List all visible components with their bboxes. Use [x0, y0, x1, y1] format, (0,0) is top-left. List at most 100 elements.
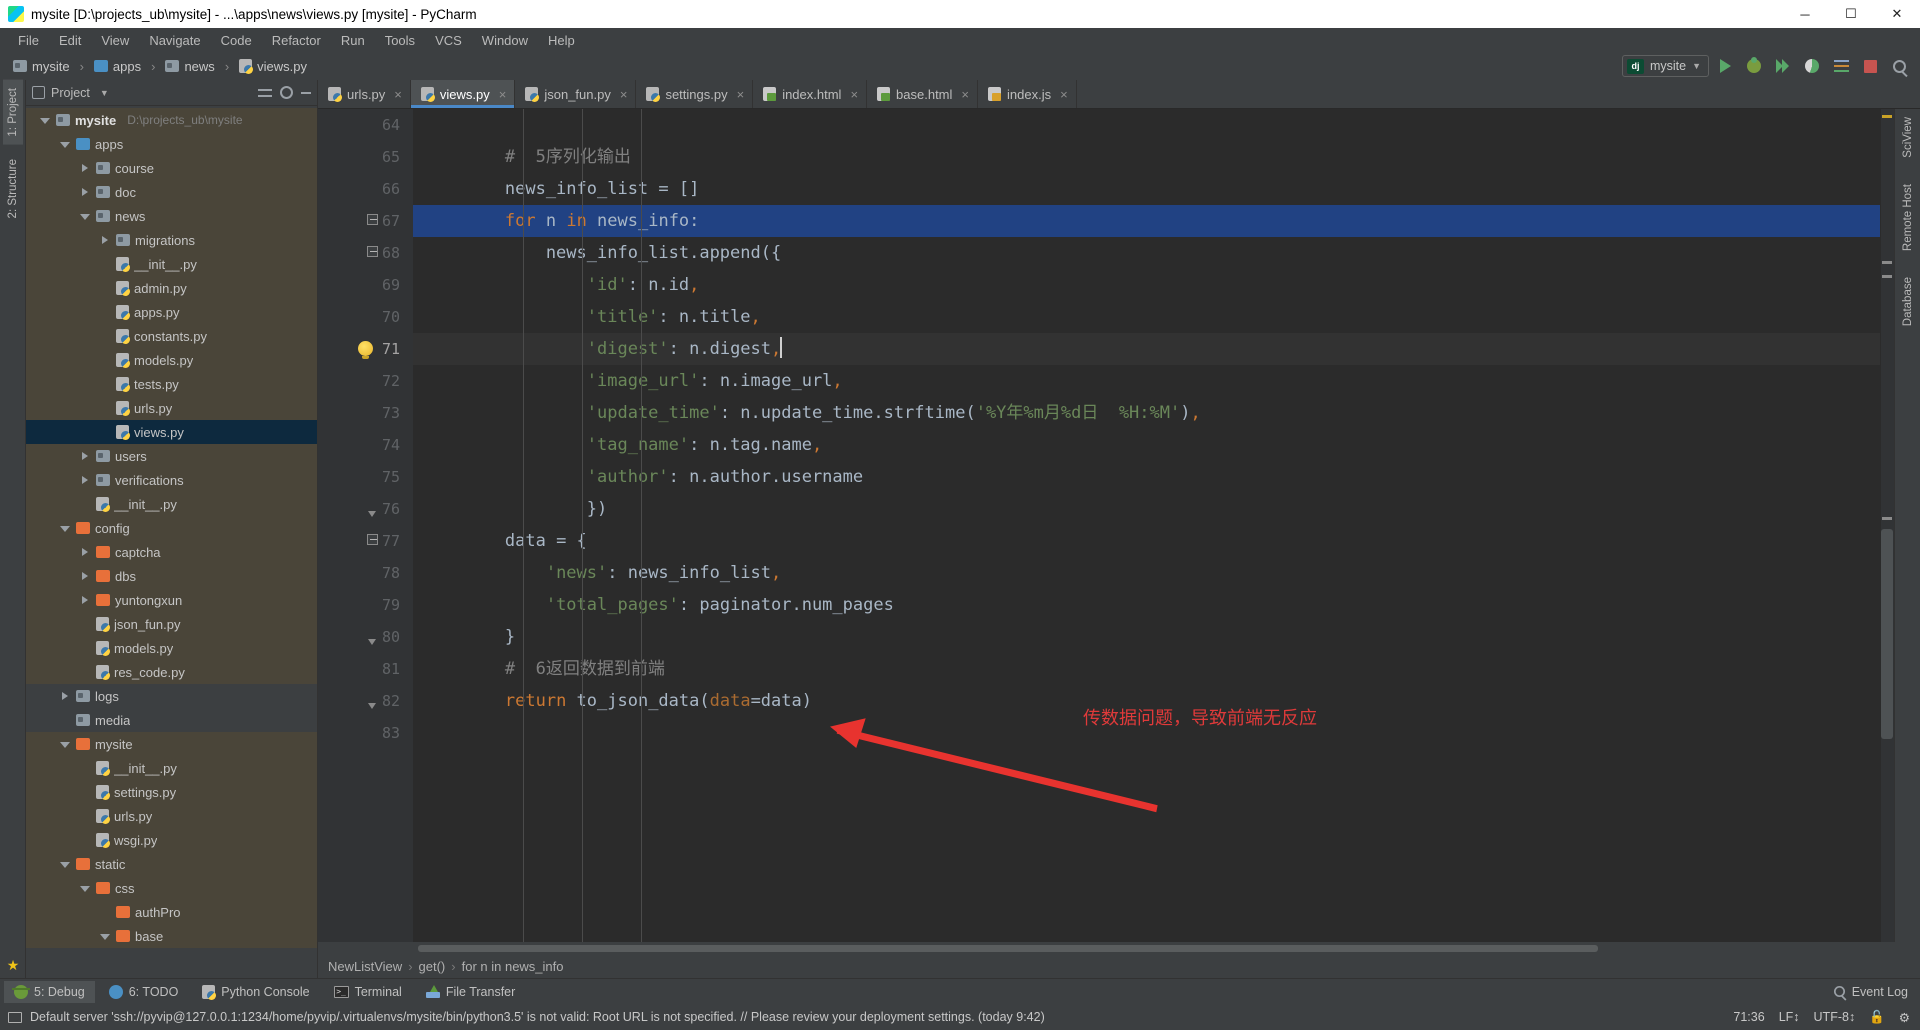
tree-node-mysite[interactable]: mysite	[26, 732, 317, 756]
breadcrumb-news[interactable]: news	[146, 57, 220, 76]
chevron-down-icon[interactable]	[60, 523, 71, 534]
tree-node-urls-py[interactable]: urls.py	[26, 804, 317, 828]
code-folding-marker[interactable]	[365, 205, 379, 237]
tree-node-apps[interactable]: apps	[26, 132, 317, 156]
hide-icon[interactable]	[301, 91, 311, 94]
tree-node-media[interactable]: media	[26, 708, 317, 732]
menu-code[interactable]: Code	[211, 31, 262, 50]
hscroll-thumb[interactable]	[418, 945, 1598, 952]
tree-node--init-py[interactable]: __init__.py	[26, 492, 317, 516]
code-line[interactable]: 'image_url': n.image_url,	[413, 365, 1880, 397]
tree-node-static[interactable]: static	[26, 852, 317, 876]
chevron-down-icon[interactable]: ▼	[100, 88, 109, 98]
code-line[interactable]: })	[413, 493, 1880, 525]
sidebar-tab-remote-host[interactable]: Remote Host	[1898, 176, 1918, 259]
tree-node-json-fun-py[interactable]: json_fun.py	[26, 612, 317, 636]
menu-refactor[interactable]: Refactor	[262, 31, 331, 50]
breadcrumb-apps[interactable]: apps	[75, 57, 147, 76]
chevron-right-icon[interactable]	[60, 691, 71, 702]
code-folding-marker[interactable]	[365, 493, 379, 525]
code-folding-marker[interactable]	[365, 237, 379, 269]
chevron-right-icon[interactable]	[80, 187, 91, 198]
close-icon[interactable]: ×	[961, 87, 969, 102]
sidebar-tab-database[interactable]: Database	[1898, 269, 1918, 334]
tool-button-todo[interactable]: 6: TODO	[99, 981, 189, 1003]
tree-node-yuntongxun[interactable]: yuntongxun	[26, 588, 317, 612]
menu-view[interactable]: View	[91, 31, 139, 50]
sidebar-tab-project[interactable]: 1: Project	[2, 80, 23, 145]
maximize-button[interactable]: ☐	[1828, 0, 1874, 28]
breadcrumb-class[interactable]: NewListView	[328, 959, 402, 974]
search-everywhere-button[interactable]	[1886, 54, 1912, 78]
close-icon[interactable]: ×	[499, 87, 507, 102]
tool-button-debug[interactable]: 5: Debug	[4, 980, 95, 1003]
run-button[interactable]	[1712, 54, 1738, 78]
code-line[interactable]: 'author': n.author.username	[413, 461, 1880, 493]
error-stripe-marker-bar[interactable]	[1880, 109, 1894, 942]
tree-node-admin-py[interactable]: admin.py	[26, 276, 317, 300]
tree-node-config[interactable]: config	[26, 516, 317, 540]
menu-tools[interactable]: Tools	[375, 31, 425, 50]
breadcrumb-mysite[interactable]: mysite	[8, 57, 75, 76]
close-icon[interactable]: ×	[1060, 87, 1068, 102]
tree-node-logs[interactable]: logs	[26, 684, 317, 708]
menu-window[interactable]: Window	[472, 31, 538, 50]
tree-node-tests-py[interactable]: tests.py	[26, 372, 317, 396]
code-line[interactable]: # 5序列化输出	[413, 141, 1880, 173]
chevron-down-icon[interactable]	[80, 883, 91, 894]
code-line[interactable]: 'total_pages': paginator.num_pages	[413, 589, 1880, 621]
gear-icon[interactable]	[280, 86, 293, 99]
chevron-down-icon[interactable]	[60, 139, 71, 150]
tree-node-constants-py[interactable]: constants.py	[26, 324, 317, 348]
sidebar-tab-sciview[interactable]: SciView	[1898, 109, 1918, 166]
file-encoding[interactable]: UTF-8↕	[1814, 1010, 1856, 1024]
caret-position[interactable]: 71:36	[1733, 1010, 1764, 1024]
tree-node-course[interactable]: course	[26, 156, 317, 180]
menu-file[interactable]: File	[8, 31, 49, 50]
tool-button-python-console[interactable]: Python Console	[192, 981, 319, 1003]
breadcrumb-views-py[interactable]: views.py	[220, 57, 312, 76]
editor-tab-index-js[interactable]: index.js ×	[978, 80, 1077, 108]
tool-button-terminal[interactable]: >_ Terminal	[324, 981, 412, 1003]
chevron-right-icon[interactable]	[80, 547, 91, 558]
code-folding-marker[interactable]	[365, 525, 379, 557]
code-line[interactable]: # 6返回数据到前端	[413, 653, 1880, 685]
tree-node-models-py[interactable]: models.py	[26, 636, 317, 660]
tree-node--init-py[interactable]: __init__.py	[26, 756, 317, 780]
editor-tab-settings-py[interactable]: settings.py ×	[636, 80, 754, 108]
chevron-right-icon[interactable]	[80, 451, 91, 462]
menu-navigate[interactable]: Navigate	[139, 31, 210, 50]
tree-node-doc[interactable]: doc	[26, 180, 317, 204]
minimize-button[interactable]: ─	[1782, 0, 1828, 28]
tree-node-base[interactable]: base	[26, 924, 317, 948]
editor-tab-base-html[interactable]: base.html ×	[867, 80, 978, 108]
run-configuration-selector[interactable]: dj mysite ▼	[1621, 55, 1709, 77]
editor-tab-index-html[interactable]: index.html ×	[753, 80, 868, 108]
tree-node-users[interactable]: users	[26, 444, 317, 468]
breadcrumb-statement[interactable]: for n in news_info	[462, 959, 564, 974]
code-area[interactable]: 传数据问题，导致前端无反应 # 5序列化输出 news_info_list = …	[413, 109, 1880, 942]
tree-node-css[interactable]: css	[26, 876, 317, 900]
close-button[interactable]: ✕	[1874, 0, 1920, 28]
editor-tab-views-py[interactable]: views.py ×	[410, 80, 516, 108]
menu-help[interactable]: Help	[538, 31, 585, 50]
tree-node-settings-py[interactable]: settings.py	[26, 780, 317, 804]
menu-edit[interactable]: Edit	[49, 31, 91, 50]
project-tree[interactable]: mysite D:\projects_ub\mysite apps course doc…	[26, 106, 317, 978]
chevron-right-icon[interactable]	[80, 571, 91, 582]
close-icon[interactable]: ×	[394, 87, 402, 102]
attach-button[interactable]	[1828, 54, 1854, 78]
code-line[interactable]: 'title': n.title,	[413, 301, 1880, 333]
code-line[interactable]	[413, 109, 1880, 141]
menu-vcs[interactable]: VCS	[425, 31, 472, 50]
horizontal-scrollbar[interactable]	[318, 942, 1920, 954]
tool-button-file-transfer[interactable]: File Transfer	[416, 981, 525, 1003]
inspections-icon[interactable]: ⚙	[1899, 1010, 1910, 1025]
tree-node-mysite[interactable]: mysite D:\projects_ub\mysite	[26, 108, 317, 132]
breadcrumb-method[interactable]: get()	[419, 959, 446, 974]
code-line[interactable]: }	[413, 621, 1880, 653]
tree-node-dbs[interactable]: dbs	[26, 564, 317, 588]
code-line[interactable]: 'digest': n.digest,	[413, 333, 1880, 365]
code-line[interactable]: 'update_time': n.update_time.strftime('%…	[413, 397, 1880, 429]
profile-button[interactable]	[1799, 54, 1825, 78]
